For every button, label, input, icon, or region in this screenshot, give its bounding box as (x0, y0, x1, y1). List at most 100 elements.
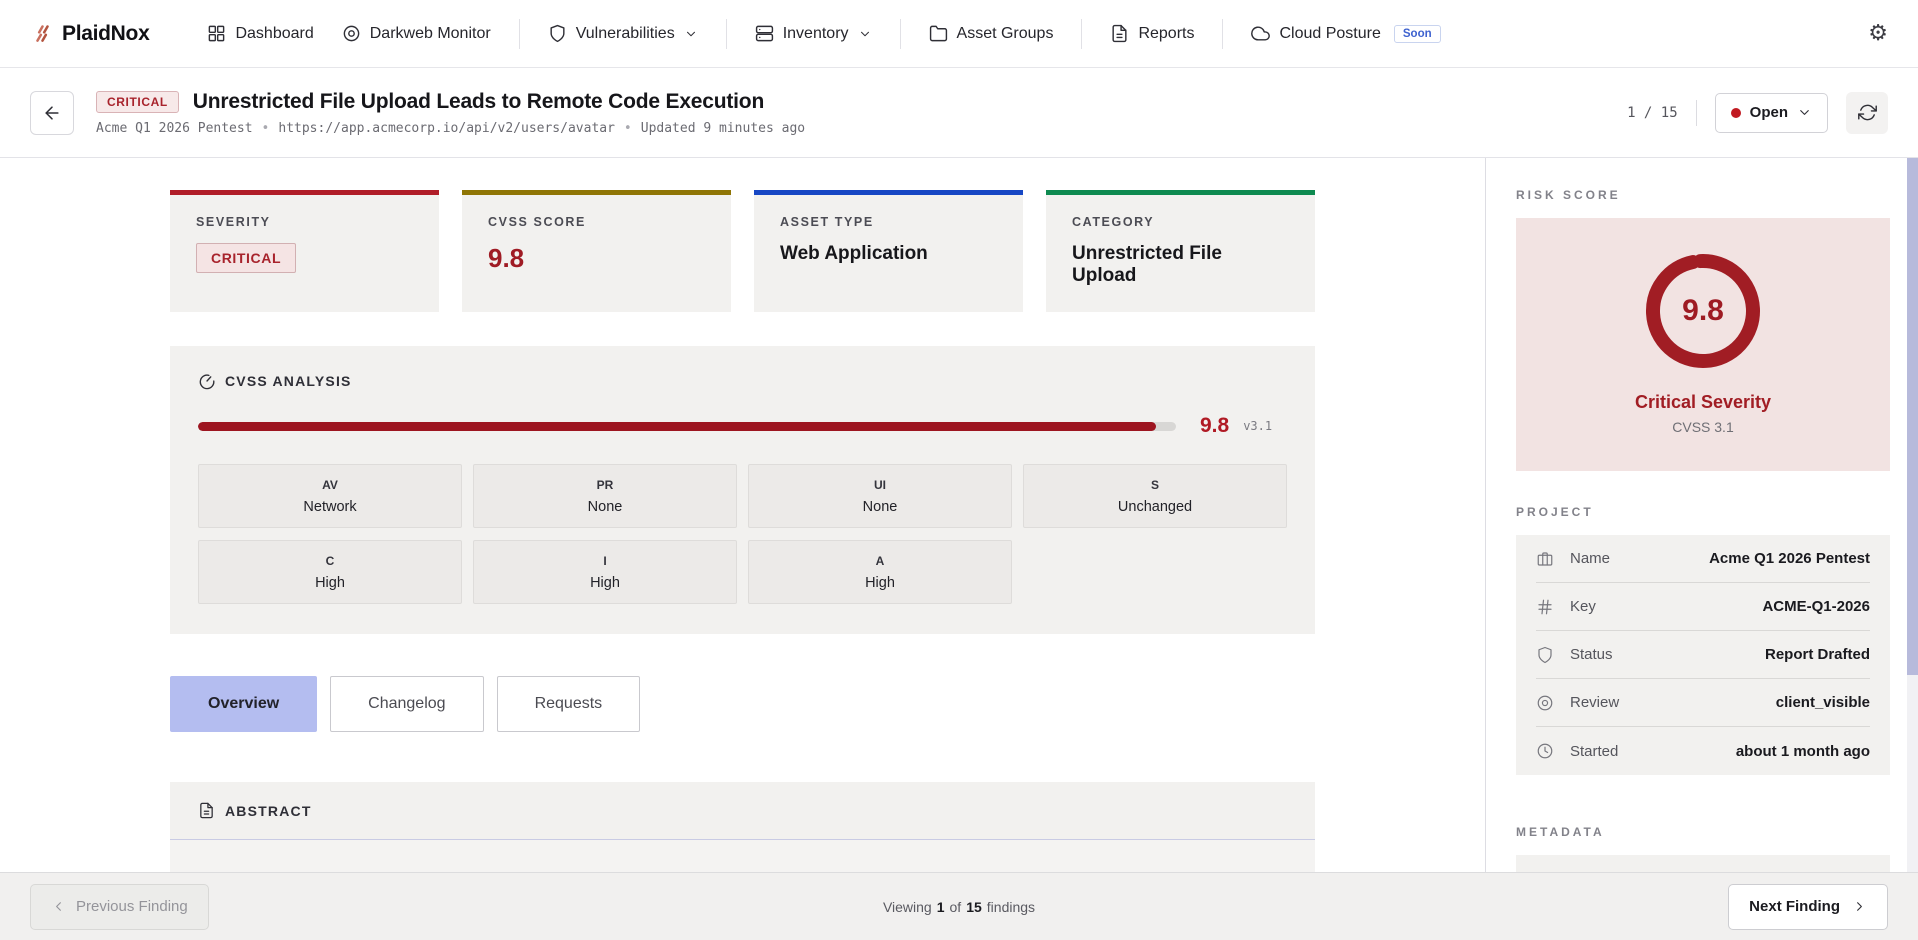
chevron-down-icon (684, 27, 698, 41)
project-card: Name Acme Q1 2026 Pentest Key ACME-Q1-20… (1516, 535, 1890, 775)
nav-item-reports[interactable]: Reports (1110, 24, 1194, 43)
header-separator (1696, 100, 1697, 126)
gear-icon[interactable]: ⚙ (1868, 23, 1888, 45)
app-window: PlaidNox Dashboard Darkweb Monitor Vulne… (0, 0, 1918, 940)
soon-badge: Soon (1394, 25, 1441, 43)
risk-severity-text: Critical Severity (1516, 392, 1890, 413)
viewing-total: 15 (966, 899, 982, 915)
tabs-row: Overview Changelog Requests (170, 676, 1315, 732)
sidebar-scrollbar-thumb[interactable] (1907, 158, 1918, 675)
chevron-down-icon (1797, 105, 1812, 120)
nav-item-vulnerabilities[interactable]: Vulnerabilities (548, 24, 698, 43)
tab-requests[interactable]: Requests (497, 676, 641, 732)
abstract-section: ABSTRACT (170, 782, 1315, 872)
project-label: PROJECT (1516, 505, 1890, 519)
finding-counter: 1 / 15 (1627, 105, 1678, 121)
project-row-review: Review client_visible (1536, 679, 1870, 727)
finding-content: SEVERITY CRITICAL CVSS SCORE 9.8 ASSET T… (170, 158, 1315, 872)
header-right: 1 / 15 Open (1627, 92, 1888, 134)
cvss-bar-row: 9.8 v3.1 (198, 414, 1287, 438)
metric-attack-vector: AV Network (198, 464, 462, 528)
breadcrumb-project: Acme Q1 2026 Pentest (96, 121, 253, 136)
nav-items: Dashboard Darkweb Monitor Vulnerabilitie… (207, 19, 1440, 49)
chevron-left-icon (51, 899, 66, 914)
viewing-current: 1 (937, 899, 945, 915)
nav-item-inventory[interactable]: Inventory (755, 24, 872, 43)
cvss-version: v3.1 (1243, 419, 1272, 433)
metadata-card (1516, 855, 1890, 872)
nav-separator (1081, 19, 1082, 49)
risk-score-card: 9.8 Critical Severity CVSS 3.1 (1516, 218, 1890, 471)
severity-card: SEVERITY CRITICAL (170, 190, 439, 312)
abstract-body (170, 840, 1315, 872)
tab-changelog[interactable]: Changelog (330, 676, 483, 732)
cvss-panel-title: CVSS ANALYSIS (225, 373, 352, 389)
chevron-down-icon (858, 27, 872, 41)
nav-separator (1222, 19, 1223, 49)
pagination-footer: Previous Finding Viewing 1 of 15 finding… (0, 872, 1918, 940)
back-button[interactable] (30, 91, 74, 135)
tab-overview[interactable]: Overview (170, 676, 317, 732)
nav-separator (519, 19, 520, 49)
previous-finding-button[interactable]: Previous Finding (30, 884, 209, 930)
hash-icon (1536, 598, 1556, 616)
metric-integrity: I High (473, 540, 737, 604)
eye-target-icon (342, 24, 361, 43)
project-row-status: Status Report Drafted (1536, 631, 1870, 679)
risk-gauge: 9.8 (1638, 246, 1768, 376)
risk-score-label: RISK SCORE (1516, 188, 1890, 202)
main-area: SEVERITY CRITICAL CVSS SCORE 9.8 ASSET T… (0, 158, 1918, 872)
top-nav: PlaidNox Dashboard Darkweb Monitor Vulne… (0, 0, 1918, 68)
nav-separator (726, 19, 727, 49)
finding-title: Unrestricted File Upload Leads to Remote… (193, 90, 764, 114)
brand-name: PlaidNox (62, 22, 149, 46)
finding-header: CRITICAL Unrestricted File Upload Leads … (0, 68, 1918, 158)
document-icon (1110, 24, 1129, 43)
brand[interactable]: PlaidNox (30, 22, 149, 46)
nav-item-dashboard[interactable]: Dashboard (207, 24, 313, 43)
abstract-title: ABSTRACT (225, 803, 312, 819)
metric-user-interaction: UI None (748, 464, 1012, 528)
metric-scope: S Unchanged (1023, 464, 1287, 528)
breadcrumb-url: https://app.acmecorp.io/api/v2/users/ava… (278, 121, 615, 136)
clock-icon (1536, 742, 1556, 760)
gauge-icon (198, 372, 216, 390)
chevron-right-icon (1852, 899, 1867, 914)
project-row-started: Started about 1 month ago (1536, 727, 1870, 775)
refresh-icon (1858, 103, 1877, 122)
metric-privileges-required: PR None (473, 464, 737, 528)
cvss-score-value: 9.8 (488, 243, 705, 274)
cvss-score-bar-fill (198, 422, 1156, 431)
project-row-name: Name Acme Q1 2026 Pentest (1536, 535, 1870, 583)
breadcrumb-updated: Updated 9 minutes ago (641, 121, 805, 136)
cvss-analysis-panel: CVSS ANALYSIS 9.8 v3.1 AV Network PR (170, 346, 1315, 634)
arrow-left-icon (42, 103, 62, 123)
asset-type-card: ASSET TYPE Web Application (754, 190, 1023, 312)
cvss-bar-score: 9.8 (1200, 414, 1229, 438)
next-finding-button[interactable]: Next Finding (1728, 884, 1888, 930)
cvss-score-card: CVSS SCORE 9.8 (462, 190, 731, 312)
nav-item-cloud-posture[interactable]: Cloud Posture Soon (1251, 24, 1440, 43)
plaidnox-logo-icon (30, 24, 50, 44)
briefcase-icon (1536, 550, 1556, 568)
detail-sidebar: RISK SCORE 9.8 Critical Severity CVSS 3.… (1485, 158, 1918, 872)
stat-cards-row: SEVERITY CRITICAL CVSS SCORE 9.8 ASSET T… (170, 190, 1315, 312)
header-text: CRITICAL Unrestricted File Upload Leads … (96, 90, 805, 136)
nav-item-darkweb-monitor[interactable]: Darkweb Monitor (342, 24, 491, 43)
breadcrumb: Acme Q1 2026 Pentest • https://app.acmec… (96, 121, 805, 136)
nav-item-asset-groups[interactable]: Asset Groups (929, 24, 1054, 43)
nav-right: ⚙ (1868, 23, 1888, 45)
dashboard-grid-icon (207, 24, 226, 43)
status-dot (1731, 108, 1741, 118)
eye-icon (1536, 694, 1556, 712)
category-value: Unrestricted File Upload (1072, 243, 1289, 287)
metadata-label: METADATA (1516, 825, 1890, 839)
cvss-metrics: AV Network PR None UI None S Unchanged (198, 464, 1287, 604)
project-row-key: Key ACME-Q1-2026 (1536, 583, 1870, 631)
viewing-status: Viewing 1 of 15 findings (883, 899, 1035, 915)
asset-type-value: Web Application (780, 243, 997, 265)
status-dropdown-button[interactable]: Open (1715, 93, 1828, 133)
refresh-button[interactable] (1846, 92, 1888, 134)
metric-confidentiality: C High (198, 540, 462, 604)
cvss-score-bar (198, 422, 1176, 431)
